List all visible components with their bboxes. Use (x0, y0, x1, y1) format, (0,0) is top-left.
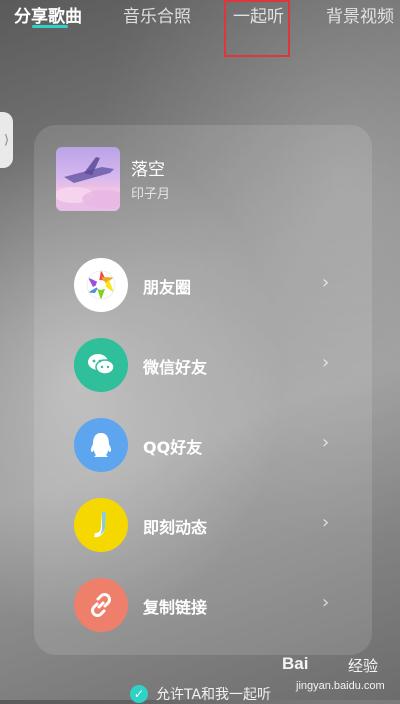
chevron-right-icon: › (322, 432, 330, 453)
side-drawer-handle[interactable]: ⟩ (0, 112, 13, 168)
share-option-moments[interactable]: 朋友圈 › (74, 258, 344, 312)
qq-icon (74, 418, 128, 472)
highlight-annotation-box (224, 0, 290, 57)
link-icon (74, 578, 128, 632)
chevron-right-icon: › (322, 272, 330, 293)
tab-share-song[interactable]: 分享歌曲 (14, 2, 82, 27)
share-option-label: 复制链接 (143, 598, 208, 617)
jike-icon (74, 498, 128, 552)
checkmark-icon[interactable]: ✓ (130, 685, 148, 703)
share-option-wechat[interactable]: 微信好友 › (74, 338, 344, 392)
share-option-copy-link[interactable]: 复制链接 › (74, 578, 344, 632)
song-title: 落空 (131, 160, 165, 180)
wechat-icon (74, 338, 128, 392)
chevron-right-icon: › (322, 592, 330, 613)
share-option-label: 朋友圈 (143, 278, 192, 297)
active-tab-indicator (32, 25, 68, 28)
share-option-label: QQ好友 (143, 438, 203, 457)
top-tab-bar: 分享歌曲 音乐合照 一起听 背景视频 (0, 0, 400, 40)
song-artist: 印子月 (131, 187, 171, 202)
watermark-logo: Bai (282, 654, 309, 673)
permission-label: 允许TA和我一起听 (156, 687, 272, 703)
chevron-right-icon: › (322, 352, 330, 373)
share-option-label: 即刻动态 (143, 518, 208, 537)
share-option-qq[interactable]: QQ好友 › (74, 418, 344, 472)
song-info: 落空 印子月 (56, 147, 356, 213)
listen-together-permission[interactable]: ✓ 允许TA和我一起听 (130, 684, 271, 704)
watermark-url: jingyan.baidu.com (296, 680, 385, 692)
tab-music-photo[interactable]: 音乐合照 (123, 2, 191, 27)
album-cover (56, 147, 120, 211)
tab-background-video[interactable]: 背景视频 (326, 2, 394, 27)
chevron-right-icon: ⟩ (3, 132, 10, 148)
baidu-jingyan-watermark: Bai 经验 jingyan.baidu.com (282, 650, 397, 698)
moments-icon (74, 258, 128, 312)
share-option-jike[interactable]: 即刻动态 › (74, 498, 344, 552)
share-option-label: 微信好友 (143, 358, 208, 377)
chevron-right-icon: › (322, 512, 330, 533)
watermark-text: 经验 (348, 657, 379, 675)
